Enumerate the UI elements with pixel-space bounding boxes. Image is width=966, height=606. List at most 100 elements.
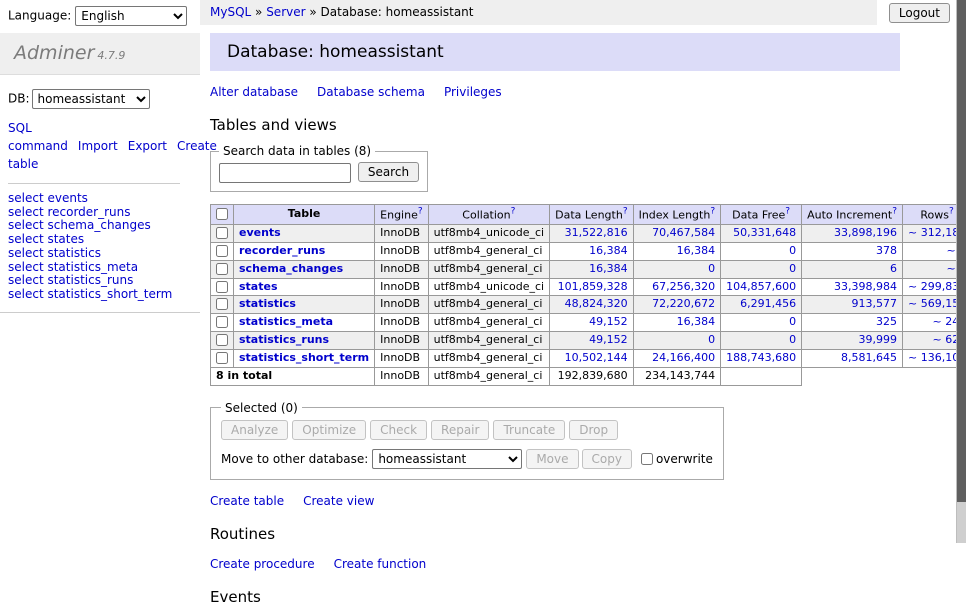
sidebar-table-link-select-statistics-runs[interactable]: select statistics_runs	[8, 274, 192, 287]
data-free-link[interactable]: 188,743,680	[726, 351, 796, 364]
data-free-link[interactable]: 0	[789, 244, 796, 257]
index-length-link[interactable]: 16,384	[677, 315, 716, 328]
auto-increment-link[interactable]: 6	[890, 262, 897, 275]
action-link-alter-database[interactable]: Alter database	[210, 85, 298, 99]
row-check-cell	[211, 332, 234, 350]
action-link-database-schema[interactable]: Database schema	[317, 85, 425, 99]
sidebar-table-link-select-states[interactable]: select states	[8, 233, 192, 246]
table-name-link[interactable]: statistics_runs	[239, 333, 329, 346]
row-checkbox[interactable]	[216, 227, 228, 239]
truncate-button[interactable]: Truncate	[493, 420, 565, 440]
index-length-link[interactable]: 16,384	[677, 244, 716, 257]
row-checkbox[interactable]	[216, 245, 228, 257]
breadcrumb-link-mysql[interactable]: MySQL	[210, 5, 251, 19]
sidebar-table-link-select-schema-changes[interactable]: select schema_changes	[8, 219, 192, 232]
sidebar-table-link-select-events[interactable]: select events	[8, 192, 192, 205]
auto-increment-link[interactable]: 325	[876, 315, 897, 328]
help-link[interactable]: ?	[949, 208, 954, 221]
move-button[interactable]: Move	[526, 449, 578, 469]
move-database-select[interactable]: homeassistant	[372, 449, 522, 469]
row-checkbox[interactable]	[216, 352, 228, 364]
sidebar-table-link-select-statistics-short-term[interactable]: select statistics_short_term	[8, 288, 192, 301]
data-free-link[interactable]: 104,857,600	[726, 280, 796, 293]
scrollbar-thumb[interactable]	[957, 0, 966, 502]
data-free-link[interactable]: 0	[789, 262, 796, 275]
search-input[interactable]	[219, 163, 351, 183]
data-free-cell: 0	[721, 332, 802, 350]
language-select[interactable]: English	[75, 6, 187, 26]
select-all-cell	[211, 204, 234, 225]
sidebar-link-import[interactable]: Import	[78, 139, 118, 153]
row-check-cell	[211, 225, 234, 243]
db-select[interactable]: homeassistant	[32, 89, 150, 109]
index-length-link[interactable]: 67,256,320	[652, 280, 715, 293]
index-length-link[interactable]: 72,220,672	[652, 297, 715, 310]
sidebar-table-link-select-recorder-runs[interactable]: select recorder_runs	[8, 206, 192, 219]
data-length-link[interactable]: 16,384	[589, 262, 628, 275]
search-fieldset: Search data in tables (8) Search	[210, 144, 428, 192]
help-link[interactable]: ?	[710, 208, 715, 221]
auto-increment-link[interactable]: 33,898,196	[834, 226, 897, 239]
drop-button[interactable]: Drop	[569, 420, 618, 440]
index-length-link[interactable]: 0	[708, 262, 715, 275]
table-name-link[interactable]: statistics	[239, 297, 296, 310]
sidebar-table-link-select-statistics[interactable]: select statistics	[8, 247, 192, 260]
auto-increment-link[interactable]: 378	[876, 244, 897, 257]
search-button[interactable]: Search	[358, 162, 419, 182]
index-length-link[interactable]: 24,166,400	[652, 351, 715, 364]
index-length-link[interactable]: 0	[708, 333, 715, 346]
select-all-checkbox[interactable]	[216, 208, 228, 220]
analyze-button[interactable]: Analyze	[221, 420, 288, 440]
data-free-link[interactable]: 0	[789, 315, 796, 328]
data-length-link[interactable]: 49,152	[589, 315, 628, 328]
sidebar-link-export[interactable]: Export	[128, 139, 167, 153]
create-link-create-table[interactable]: Create table	[210, 494, 284, 508]
scrollbar[interactable]	[956, 0, 966, 543]
data-free-link[interactable]: 6,291,456	[740, 297, 796, 310]
sidebar-link-sql-command[interactable]: SQL command	[8, 121, 68, 153]
table-name-link[interactable]: schema_changes	[239, 262, 343, 275]
data-length-link[interactable]: 31,522,816	[565, 226, 628, 239]
data-length-link[interactable]: 101,859,328	[558, 280, 628, 293]
data-length-link[interactable]: 48,824,320	[565, 297, 628, 310]
routine-link-create-procedure[interactable]: Create procedure	[210, 557, 315, 571]
routine-link-create-function[interactable]: Create function	[334, 557, 427, 571]
auto-increment-link[interactable]: 8,581,645	[841, 351, 897, 364]
data-free-link[interactable]: 50,331,648	[733, 226, 796, 239]
help-link[interactable]: ?	[418, 208, 423, 221]
auto-increment-link[interactable]: 39,999	[859, 333, 898, 346]
row-checkbox[interactable]	[216, 263, 228, 275]
table-name-link[interactable]: recorder_runs	[239, 244, 325, 257]
data-free-link[interactable]: 0	[789, 333, 796, 346]
table-name-link[interactable]: statistics_short_term	[239, 351, 369, 364]
auto-increment-link[interactable]: 913,577	[852, 297, 898, 310]
action-link-privileges[interactable]: Privileges	[444, 85, 502, 99]
help-link[interactable]: ?	[892, 208, 897, 221]
data-length-link[interactable]: 10,502,144	[565, 351, 628, 364]
create-link-create-view[interactable]: Create view	[303, 494, 374, 508]
copy-button[interactable]: Copy	[582, 449, 632, 469]
index-length-link[interactable]: 70,467,584	[652, 226, 715, 239]
table-name-link[interactable]: states	[239, 280, 278, 293]
row-checkbox[interactable]	[216, 316, 228, 328]
table-name-link[interactable]: events	[239, 226, 281, 239]
breadcrumb-link-server[interactable]: Server	[266, 5, 305, 19]
collation-cell: utf8mb4_general_ci	[428, 332, 549, 350]
check-button[interactable]: Check	[370, 420, 427, 440]
data-length-link[interactable]: 16,384	[589, 244, 628, 257]
help-link[interactable]: ?	[511, 208, 516, 221]
row-checkbox[interactable]	[216, 298, 228, 310]
table-name-link[interactable]: statistics_meta	[239, 315, 333, 328]
auto-increment-link[interactable]: 33,398,984	[834, 280, 897, 293]
row-checkbox[interactable]	[216, 334, 228, 346]
help-link[interactable]: ?	[785, 208, 790, 221]
optimize-button[interactable]: Optimize	[292, 420, 366, 440]
data-length-link[interactable]: 49,152	[589, 333, 628, 346]
repair-button[interactable]: Repair	[431, 420, 489, 440]
help-link[interactable]: ?	[623, 208, 628, 221]
overwrite-checkbox[interactable]	[641, 453, 653, 465]
row-checkbox[interactable]	[216, 281, 228, 293]
logout-button[interactable]: Logout	[889, 3, 950, 23]
collation-cell: utf8mb4_general_ci	[428, 260, 549, 278]
sidebar-table-link-select-statistics-meta[interactable]: select statistics_meta	[8, 261, 192, 274]
